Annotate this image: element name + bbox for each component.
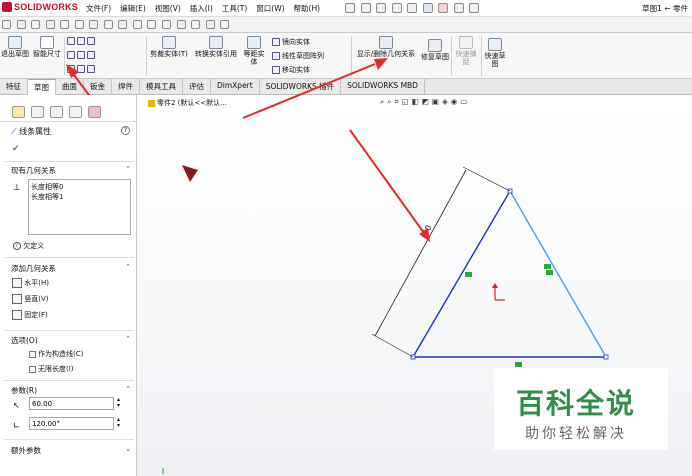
extension-line-2 xyxy=(462,166,511,192)
panel-tab-strip xyxy=(0,95,137,122)
relation-item[interactable]: 长度相等1 xyxy=(31,192,63,202)
ok-checkmark-icon[interactable]: ✔ xyxy=(12,144,20,154)
info-icon: i xyxy=(13,242,21,250)
selected-sketch-line[interactable] xyxy=(412,190,511,358)
origin-arrow-icon xyxy=(492,283,498,288)
fix-relation-button[interactable]: 固定(F) xyxy=(12,310,48,320)
collapse-chevron-icon[interactable]: ⌃ xyxy=(125,165,131,173)
small-dark-arrow xyxy=(182,165,198,182)
existing-relations-header[interactable]: 现有几何关系 xyxy=(11,165,56,176)
help-icon[interactable]: ? xyxy=(121,126,130,135)
panel-title: ⟋ 线条属性 xyxy=(11,127,52,136)
parameters-header[interactable]: 参数(R) xyxy=(11,385,37,396)
extension-line-1 xyxy=(371,333,414,358)
length-spinner[interactable]: ▴ ▾ xyxy=(117,397,120,409)
checkbox-icon xyxy=(29,365,36,373)
extra-parameters-header[interactable]: 额外参数 xyxy=(11,445,41,456)
angle-icon: ∟ xyxy=(13,421,20,430)
dimension-line[interactable] xyxy=(374,169,467,337)
annotation-arrowhead-2 xyxy=(374,58,388,70)
collapse-chevron-icon[interactable]: ⌃ xyxy=(125,335,131,343)
collapse-chevron-icon[interactable]: ⌃ xyxy=(125,385,131,393)
feature-manager-tab-icon[interactable] xyxy=(12,106,25,118)
angle-input[interactable] xyxy=(29,417,114,430)
equal-relation-icon[interactable] xyxy=(546,270,553,275)
angle-spinner[interactable]: ▴ ▾ xyxy=(117,417,120,429)
equal-relation-icon[interactable] xyxy=(544,264,551,269)
line-properties-icon: ⟋ xyxy=(11,127,17,136)
configuration-manager-tab-icon[interactable] xyxy=(50,106,63,118)
watermark: 百科全说 助你轻松解决 xyxy=(494,368,668,450)
dimxpert-tab-icon[interactable] xyxy=(69,106,82,118)
horizontal-relation-button[interactable]: 水平(H) xyxy=(12,278,49,288)
collapse-chevron-icon[interactable]: ⌃ xyxy=(125,263,131,271)
construction-checkbox[interactable]: 作为构造线(C) xyxy=(29,349,83,359)
length-icon: ↖ xyxy=(13,401,20,410)
property-manager: ⟋ 线条属性 ? ✔ 现有几何关系 ⌃ ⊥ 长度相等0 长度相等1 i 欠定义 … xyxy=(0,95,137,476)
vertical-relation-button[interactable]: 竖直(V) xyxy=(12,294,49,304)
horizontal-icon xyxy=(12,278,22,288)
expand-chevron-icon[interactable]: ⌄ xyxy=(125,445,131,453)
existing-relations-list[interactable]: 长度相等0 长度相等1 xyxy=(28,179,131,235)
relations-icon: ⊥ xyxy=(13,183,21,193)
right-sketch-line[interactable] xyxy=(509,190,607,358)
add-relations-header[interactable]: 添加几何关系 xyxy=(11,263,56,274)
watermark-title: 百科全说 xyxy=(516,387,637,420)
equal-relation-icon[interactable] xyxy=(515,362,522,367)
display-manager-tab-icon[interactable] xyxy=(88,106,101,118)
status-line: i 欠定义 xyxy=(13,241,44,251)
length-input[interactable] xyxy=(29,397,114,410)
equal-relation-icon[interactable] xyxy=(465,272,472,277)
annotation-arrow-2 xyxy=(242,63,376,119)
vertex-right[interactable] xyxy=(603,354,609,360)
relation-item[interactable]: 长度相等0 xyxy=(31,182,63,192)
options-header[interactable]: 选项(O) xyxy=(11,335,38,346)
annotation-arrowhead-1 xyxy=(66,64,79,78)
fix-icon xyxy=(12,310,22,320)
checkbox-icon xyxy=(29,350,36,358)
vertical-icon xyxy=(12,294,22,304)
watermark-subtitle: 助你轻松解决 xyxy=(525,426,627,442)
infinite-length-checkbox[interactable]: 无限长度(I) xyxy=(29,364,74,374)
property-manager-tab-icon[interactable] xyxy=(31,106,44,118)
annotation-arrow-3 xyxy=(349,129,425,234)
